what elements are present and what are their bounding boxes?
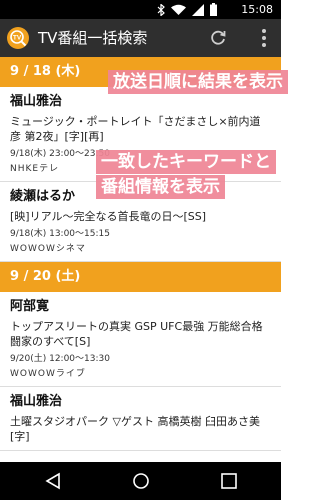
broadcast-time: 9/18(木) 13:00〜15:15 — [10, 229, 110, 239]
broadcast-time: 9/20(土) 12:00〜13:30 — [10, 354, 110, 364]
bluetooth-icon — [157, 3, 165, 16]
date-header: 9 / 20 (土) — [0, 262, 281, 292]
back-icon[interactable] — [43, 472, 63, 490]
matched-keyword: 福山雅治 — [10, 394, 63, 409]
wifi-icon — [171, 4, 186, 15]
signal-icon — [192, 3, 204, 16]
result-item[interactable]: 福山雅治 土曜スタジオパーク ▽ゲスト 高橋英樹 臼田あさ美[字] — [0, 387, 281, 451]
callout-keyword-info: 一致したキーワードと — [96, 150, 276, 174]
refresh-icon[interactable] — [209, 29, 227, 47]
app-title: TV番組一括検索 — [38, 29, 148, 47]
program-title: [映]リアル〜完全なる首長竜の日〜[SS] — [10, 210, 207, 223]
recent-apps-icon[interactable] — [219, 472, 239, 490]
matched-keyword: 福山雅治 — [10, 94, 63, 109]
matched-keyword: 阿部寛 — [10, 299, 50, 314]
program-title: トップアスリートの真実 GSP UFC最強 万能総合格闘家のすべて[S] — [10, 320, 263, 348]
battery-icon — [210, 3, 217, 16]
results-list[interactable]: 9 / 18 (木) 福山雅治 ミュージック・ポートレイト「さだまさし×前内道彦… — [0, 57, 281, 462]
status-icons — [157, 3, 217, 16]
channel-name: WOWOWシネマ — [10, 244, 86, 254]
app-logo-icon[interactable]: TV — [7, 27, 29, 49]
program-title: 土曜スタジオパーク ▽ゲスト 高橋英樹 臼田あさ美[字] — [10, 415, 260, 443]
channel-name: WOWOWライブ — [10, 369, 86, 379]
result-item[interactable]: 阿部寛 トップアスリートの真実 GSP UFC最強 万能総合格闘家のすべて[S]… — [0, 292, 281, 387]
clock: 15:08 — [241, 3, 273, 16]
overflow-menu-icon[interactable] — [261, 28, 267, 48]
home-icon[interactable] — [131, 472, 151, 490]
callout-program-info: 番組情報を表示 — [96, 175, 225, 199]
app-logo-text: TV — [13, 35, 22, 42]
navigation-bar — [0, 462, 281, 500]
status-bar: 15:08 — [0, 0, 281, 19]
program-title: ミュージック・ポートレイト「さだまさし×前内道彦 第2夜」[字][再] — [10, 115, 261, 143]
callout-sort-order: 放送日順に結果を表示 — [108, 70, 288, 94]
app-bar: TV TV番組一括検索 — [0, 19, 281, 57]
